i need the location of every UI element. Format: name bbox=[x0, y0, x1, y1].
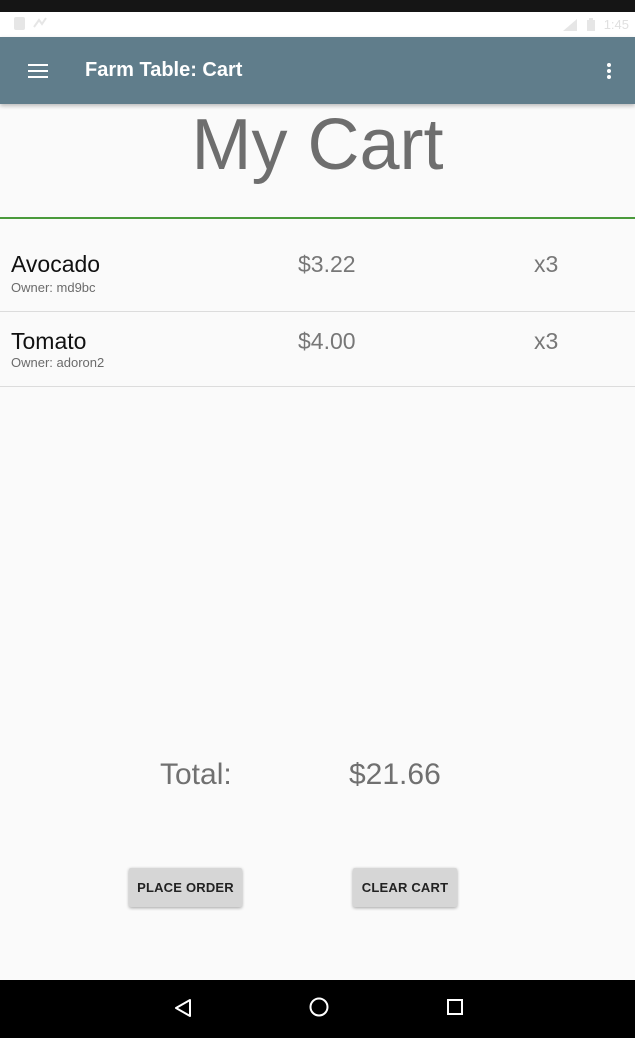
app-title: Farm Table: Cart bbox=[85, 59, 243, 81]
status-icons-right: 1:45 bbox=[562, 17, 629, 32]
navigation-bar bbox=[0, 980, 635, 1038]
top-bezel bbox=[0, 0, 635, 12]
item-price: $4.00 bbox=[298, 328, 356, 354]
back-triangle-icon[interactable] bbox=[172, 997, 194, 1019]
more-vertical-icon[interactable] bbox=[597, 57, 621, 85]
hamburger-menu-icon[interactable] bbox=[20, 59, 56, 83]
recents-square-icon[interactable] bbox=[444, 996, 466, 1018]
status-time: 1:45 bbox=[603, 17, 629, 32]
home-circle-icon[interactable] bbox=[307, 995, 331, 1019]
status-bar: 1:45 bbox=[0, 12, 635, 37]
cart-list: Avocado Owner: md9bc $3.22 x3 Tomato Own… bbox=[0, 219, 635, 387]
item-quantity: x3 bbox=[534, 328, 559, 354]
app-bar: Farm Table: Cart bbox=[0, 37, 635, 104]
status-icons-left bbox=[14, 17, 47, 30]
item-name: Avocado bbox=[11, 251, 101, 277]
list-item[interactable]: Tomato Owner: adoron2 $4.00 x3 bbox=[0, 312, 635, 387]
total-value: $21.66 bbox=[349, 758, 441, 791]
list-item[interactable]: Avocado Owner: md9bc $3.22 x3 bbox=[0, 219, 635, 312]
clear-cart-button[interactable]: CLEAR CART bbox=[353, 868, 457, 907]
item-name: Tomato bbox=[11, 328, 87, 354]
screen: 1:45 Farm Table: Cart My Cart Avocado Ow… bbox=[0, 0, 635, 1038]
page-title: My Cart bbox=[191, 105, 444, 185]
total-label: Total: bbox=[160, 758, 232, 791]
item-quantity: x3 bbox=[534, 251, 559, 277]
signal-icon bbox=[562, 18, 577, 31]
item-owner: Owner: md9bc bbox=[11, 280, 96, 295]
notification-icon bbox=[14, 17, 25, 30]
item-price: $3.22 bbox=[298, 251, 356, 277]
battery-icon bbox=[586, 17, 595, 31]
place-order-button[interactable]: PLACE ORDER bbox=[129, 868, 242, 907]
item-owner: Owner: adoron2 bbox=[11, 355, 105, 370]
sync-icon bbox=[33, 17, 47, 28]
